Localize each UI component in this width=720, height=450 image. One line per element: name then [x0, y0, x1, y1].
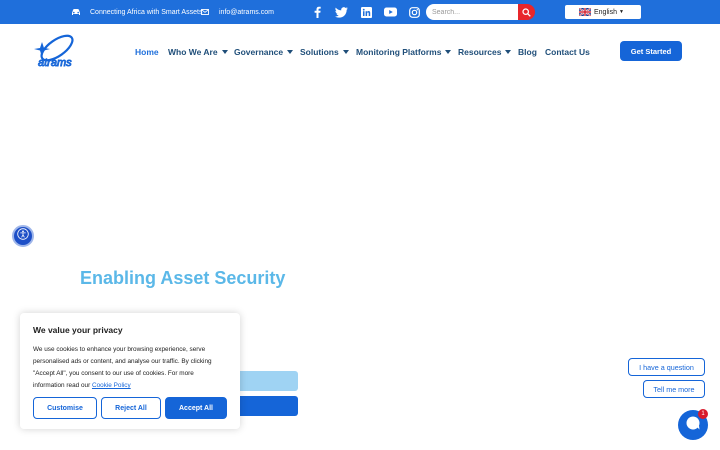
instagram-icon[interactable]: [407, 5, 421, 19]
nav-who-we-are[interactable]: Who We Are: [168, 46, 228, 58]
cookie-policy-link[interactable]: Cookie Policy: [92, 382, 131, 389]
car-icon: [71, 8, 81, 16]
caret-down-icon: [221, 50, 228, 54]
accept-all-button[interactable]: Accept All: [165, 397, 227, 419]
cookie-text: We use cookies to enhance your browsing …: [33, 344, 227, 392]
nav-blog-label: Blog: [518, 47, 537, 57]
search-input[interactable]: [426, 4, 518, 20]
caret-down-icon: ▼: [618, 9, 624, 15]
nav-resources[interactable]: Resources: [458, 46, 512, 58]
cookie-consent-banner: We value your privacy We use cookies to …: [20, 313, 240, 429]
search-button[interactable]: [518, 4, 535, 20]
cookie-title: We value your privacy: [33, 325, 123, 335]
email-text: info@atrams.com: [219, 8, 274, 16]
nav-solutions-label: Solutions: [300, 47, 339, 57]
nav-home[interactable]: Home: [135, 46, 159, 58]
youtube-icon[interactable]: [383, 5, 397, 19]
nav-blog[interactable]: Blog: [518, 46, 537, 58]
nav-contact-us-label: Contact Us: [545, 47, 590, 57]
get-started-button[interactable]: Get Started: [620, 41, 682, 61]
uk-flag-icon: [579, 8, 591, 16]
chat-unread-badge: 1: [698, 409, 708, 419]
linkedin-icon[interactable]: [359, 5, 373, 19]
nav-monitoring-platforms-label: Monitoring Platforms: [356, 47, 442, 57]
accessibility-icon: [17, 227, 29, 245]
nav-governance[interactable]: Governance: [234, 46, 294, 58]
nav-governance-label: Governance: [234, 47, 284, 57]
search-form: [426, 4, 535, 20]
twitter-icon[interactable]: [334, 5, 348, 19]
envelope-icon: [201, 9, 209, 15]
nav-who-we-are-label: Who We Are: [168, 47, 218, 57]
logo[interactable]: atrams: [32, 30, 78, 72]
nav-resources-label: Resources: [458, 47, 502, 57]
hero-title: Enabling Asset Security: [80, 268, 286, 288]
search-icon: [522, 7, 531, 17]
nav-contact-us[interactable]: Contact Us: [545, 46, 590, 58]
top-bar: Connecting Africa with Smart Assets info…: [0, 0, 720, 24]
language-label: English: [594, 8, 617, 16]
nav-home-label: Home: [135, 47, 159, 57]
tagline-text: Connecting Africa with Smart Assets: [90, 8, 203, 16]
caret-down-icon: [505, 50, 512, 54]
caret-down-icon: [342, 50, 349, 54]
nav-solutions[interactable]: Solutions: [300, 46, 349, 58]
nav-monitoring-platforms[interactable]: Monitoring Platforms: [356, 46, 452, 58]
chat-question-chip[interactable]: I have a question: [628, 358, 705, 376]
accessibility-button[interactable]: [12, 225, 34, 247]
facebook-icon[interactable]: [310, 5, 324, 19]
caret-down-icon: [287, 50, 294, 54]
customise-button[interactable]: Customise: [33, 397, 97, 419]
reject-all-button[interactable]: Reject All: [101, 397, 161, 419]
tagline-group: Connecting Africa with Smart Assets: [71, 0, 202, 24]
chat-tell-more-chip[interactable]: Tell me more: [643, 380, 705, 398]
email-link[interactable]: info@atrams.com: [201, 0, 274, 24]
language-selector[interactable]: English ▼: [565, 5, 641, 19]
caret-down-icon: [445, 50, 452, 54]
svg-text:atrams: atrams: [38, 57, 72, 69]
